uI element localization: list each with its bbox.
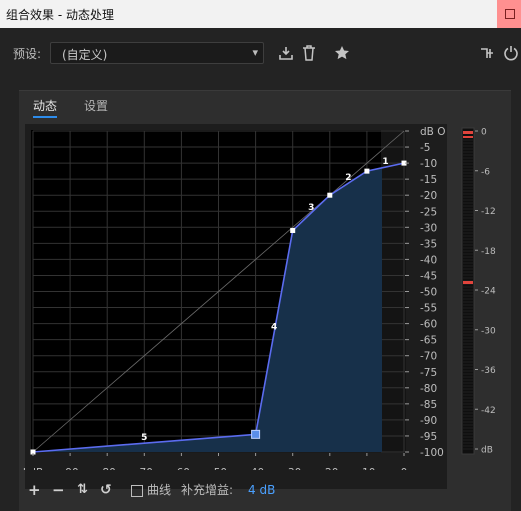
level-meter: [461, 127, 475, 455]
meter-tick-label: -18: [481, 247, 496, 257]
remove-point-icon[interactable]: −: [52, 482, 65, 498]
y-tick-label: -95: [420, 431, 437, 443]
x-tick-label: 0: [401, 467, 408, 470]
meter-tick-label: 0: [481, 128, 487, 138]
segment-label: 5: [141, 433, 147, 443]
curve-point-selected[interactable]: [251, 429, 261, 439]
y-tick-label: -70: [420, 351, 437, 363]
y-tick-label: -60: [420, 319, 437, 331]
y-tick-label: -15: [420, 174, 437, 186]
x-tick-label: -20: [321, 467, 338, 470]
x-tick-label: -40: [247, 467, 264, 470]
curve-point[interactable]: [327, 192, 333, 198]
makeup-gain-label: 补充增益:: [181, 483, 234, 497]
curve-checkbox[interactable]: [131, 485, 143, 497]
x-tick-label: -10: [358, 467, 375, 470]
y-tick-label: -75: [420, 367, 437, 379]
meter-peak-marker: [463, 281, 473, 284]
x-tick-label: I dB: [23, 467, 43, 470]
x-tick-label: -50: [210, 467, 227, 470]
y-tick-label: dB O: [420, 126, 445, 138]
x-tick-label: -90: [62, 467, 79, 470]
y-tick-label: -5: [420, 142, 430, 154]
curve-point[interactable]: [364, 168, 370, 174]
x-tick-label: -30: [284, 467, 301, 470]
segment-label: 4: [271, 322, 277, 332]
bottom-toolbar: + − ⇅ ↺ 曲线 补充增益: 4 dB: [0, 482, 521, 498]
meter-tick-label: -36: [481, 366, 496, 376]
reset-icon[interactable]: ↺: [100, 482, 112, 498]
segment-label: 2: [345, 173, 351, 183]
y-tick-label: -80: [420, 383, 437, 395]
y-tick-label: -100: [420, 447, 444, 459]
x-tick-label: -60: [173, 467, 190, 470]
dynamics-graph[interactable]: 12345 I dB-90-80-70-60-50-40-30-20-100 d…: [0, 0, 521, 470]
y-tick-label: -30: [420, 222, 437, 234]
x-tick-label: -70: [136, 467, 153, 470]
segment-label: 3: [308, 203, 314, 213]
y-tick-label: -10: [420, 158, 437, 170]
y-tick-label: -35: [420, 238, 437, 250]
y-tick-label: -50: [420, 287, 437, 299]
meter-tick-label: dB: [481, 446, 493, 456]
y-tick-label: -65: [420, 335, 437, 347]
meter-tick-label: -12: [481, 207, 496, 217]
y-tick-label: -55: [420, 303, 437, 315]
meter-tick-label: -42: [481, 406, 496, 416]
meter-tick-label: -30: [481, 326, 496, 336]
y-tick-label: -90: [420, 415, 437, 427]
meter-peak-top: [463, 131, 473, 134]
meter-tick-label: -24: [481, 287, 496, 297]
curve-point[interactable]: [290, 228, 296, 234]
y-tick-label: -20: [420, 190, 437, 202]
meter-tick-label: -6: [481, 167, 490, 177]
meter-peak-top-2: [463, 136, 473, 138]
segment-label: 1: [382, 157, 388, 167]
y-tick-label: -25: [420, 206, 437, 218]
invert-icon[interactable]: ⇅: [77, 482, 88, 498]
y-tick-label: -85: [420, 399, 437, 411]
curve-label: 曲线: [147, 483, 172, 497]
makeup-gain-value[interactable]: 4 dB: [248, 482, 275, 498]
x-tick-label: -80: [99, 467, 116, 470]
y-tick-label: -45: [420, 270, 437, 282]
y-tick-label: -40: [420, 254, 437, 266]
add-point-icon[interactable]: +: [28, 482, 41, 498]
